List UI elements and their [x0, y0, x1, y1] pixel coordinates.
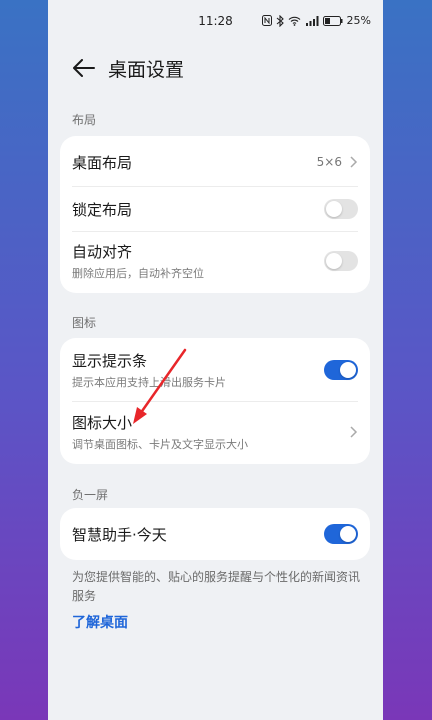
wifi-icon	[288, 16, 301, 26]
row-subtitle: 删除应用后，自动补齐空位	[72, 267, 204, 280]
layout-value: 5×6	[316, 155, 342, 169]
row-title: 智慧助手·今天	[72, 525, 167, 544]
row-desktop-layout[interactable]: 桌面布局 5×6	[60, 136, 370, 188]
minus-one-card: 智慧助手·今天	[60, 508, 370, 560]
row-auto-align[interactable]: 自动对齐 删除应用后，自动补齐空位	[60, 231, 370, 291]
battery-percent: 25%	[346, 14, 371, 27]
row-title: 显示提示条	[72, 352, 148, 370]
toggle-knob	[326, 253, 342, 269]
toggle-knob	[340, 526, 356, 542]
row-title: 图标大小	[72, 414, 133, 432]
row-lock-layout[interactable]: 锁定布局	[60, 186, 370, 232]
nfc-icon	[261, 15, 272, 26]
row-subtitle: 调节桌面图标、卡片及文字显示大小	[72, 438, 248, 451]
section-label-minus-one: 负一屏	[72, 488, 109, 502]
section-label-icons: 图标	[72, 316, 97, 330]
learn-desktop-link[interactable]: 了解桌面	[72, 612, 128, 632]
signal-icon	[305, 15, 319, 26]
battery-icon	[322, 15, 343, 26]
lock-layout-toggle[interactable]	[324, 199, 358, 219]
row-title: 桌面布局	[72, 153, 133, 172]
auto-align-toggle[interactable]	[324, 251, 358, 271]
row-icon-size[interactable]: 图标大小 调节桌面图标、卡片及文字显示大小	[60, 401, 370, 463]
row-smart-assistant[interactable]: 智慧助手·今天	[60, 508, 370, 560]
row-show-hint[interactable]: 显示提示条 提示本应用支持上滑出服务卡片	[60, 338, 370, 402]
back-arrow-icon	[73, 59, 95, 77]
show-hint-toggle[interactable]	[324, 360, 358, 380]
smart-assistant-toggle[interactable]	[324, 524, 358, 544]
page-title: 桌面设置	[108, 58, 185, 81]
row-title: 锁定布局	[72, 200, 133, 219]
icons-card: 显示提示条 提示本应用支持上滑出服务卡片 图标大小 调节桌面图标、卡片及文字显示…	[60, 338, 370, 464]
toggle-knob	[340, 362, 356, 378]
header: 桌面设置	[48, 46, 383, 90]
chevron-right-icon	[350, 156, 358, 168]
section-label-layout: 布局	[72, 113, 97, 127]
toggle-knob	[326, 201, 342, 217]
chevron-right-icon	[350, 426, 358, 438]
status-icons: 25%	[261, 14, 371, 27]
row-subtitle: 提示本应用支持上滑出服务卡片	[72, 376, 226, 389]
footer-description: 为您提供智能的、贴心的服务提醒与个性化的新闻资讯服务	[72, 570, 361, 603]
bluetooth-icon	[276, 14, 284, 27]
status-bar: 11:28 25%	[48, 0, 383, 46]
phone-screen: 11:28 25% 桌面设置 布局 桌面布局 5×6 锁定布局 自动对齐 删除应…	[48, 0, 383, 720]
back-button[interactable]	[62, 46, 106, 90]
layout-card: 桌面布局 5×6 锁定布局 自动对齐 删除应用后，自动补齐空位	[60, 136, 370, 293]
row-title: 自动对齐	[72, 243, 133, 261]
